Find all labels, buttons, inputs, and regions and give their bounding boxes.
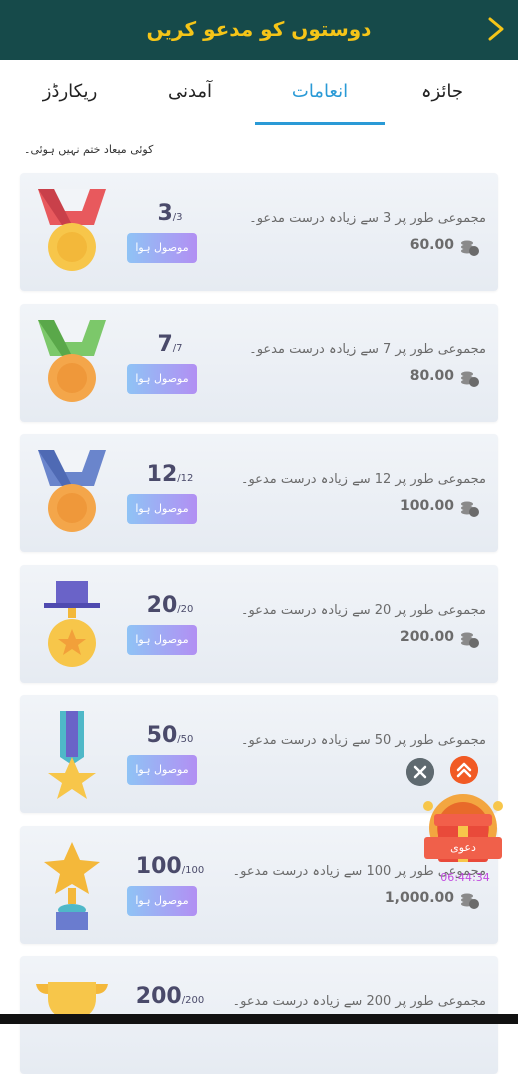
invite-count: 100/100	[135, 854, 205, 879]
claimed-badge: موصول ہوا	[127, 364, 197, 394]
coin-icon	[461, 240, 479, 256]
claimed-badge: موصول ہوا	[127, 494, 197, 524]
red-medal-icon	[38, 189, 106, 271]
gift-timer: 06:44:34	[440, 871, 490, 884]
coin-icon	[461, 371, 479, 387]
reward-description: مجموعی طور پر 3 سے زیادہ درست مدعو۔	[249, 211, 486, 226]
system-bottom-bar	[0, 1014, 518, 1024]
invite-count: 20/20	[146, 593, 194, 618]
reward-card: 20/20 موصول ہوا مجموعی طور پر 20 سے زیاد…	[20, 565, 498, 683]
coin-icon	[461, 893, 479, 909]
green-medal-icon	[38, 320, 106, 402]
invite-count: 50/50	[146, 723, 194, 748]
reward-description: مجموعی طور پر 7 سے زیادہ درست مدعو۔	[249, 342, 486, 357]
reward-card: 12/12 موصول ہوا مجموعی طور پر 12 سے زیاد…	[20, 434, 498, 552]
invite-count: 200/200	[135, 984, 205, 1009]
tab-overview[interactable]: جائزہ	[392, 60, 492, 126]
tab-records[interactable]: ریکارڈز	[10, 60, 130, 126]
back-chevron-icon[interactable]	[482, 14, 510, 44]
ribbon-star-medal-icon	[48, 711, 96, 799]
tab-rewards[interactable]: انعامات	[270, 60, 370, 126]
active-tab-indicator	[255, 122, 385, 125]
reward-amount: 100.00	[399, 498, 454, 514]
claimed-badge: موصول ہوا	[127, 625, 197, 655]
blue-medal-icon	[38, 450, 106, 532]
reward-description: مجموعی طور پر 20 سے زیادہ درست مدعو۔	[240, 603, 486, 618]
reward-description: مجموعی طور پر 50 سے زیادہ درست مدعو۔	[240, 733, 486, 748]
page-title: دوستوں کو مدعو کریں	[146, 17, 372, 41]
tab-income[interactable]: آمدنی	[140, 60, 240, 126]
star-trophy-icon	[44, 842, 100, 930]
app-header: دوستوں کو مدعو کریں	[0, 0, 518, 60]
reward-amount: 200.00	[399, 629, 454, 645]
reward-card: 3/3 موصول ہوا مجموعی طور پر 3 سے زیادہ د…	[20, 173, 498, 291]
reward-amount: 1,000.00	[384, 890, 454, 906]
claimed-badge: موصول ہوا	[127, 886, 197, 916]
claim-gift-button[interactable]: دعوی	[424, 837, 502, 859]
invite-count: 7/7	[157, 332, 183, 357]
tab-bar: جائزہ انعامات آمدنی ریکارڈز	[0, 60, 518, 126]
coin-icon	[461, 501, 479, 517]
reward-description: مجموعی طور پر 12 سے زیادہ درست مدعو۔	[240, 472, 486, 487]
scroll-top-icon[interactable]	[450, 756, 478, 784]
purple-star-medal-icon	[44, 581, 100, 667]
reward-amount: 80.00	[409, 368, 454, 384]
invite-count: 12/12	[146, 462, 194, 487]
coin-icon	[461, 632, 479, 648]
notice-text: کوئی میعاد ختم نہیں ہوئی۔	[24, 143, 154, 156]
claimed-badge: موصول ہوا	[127, 233, 197, 263]
invite-count: 3/3	[157, 201, 183, 226]
close-float-icon[interactable]	[406, 758, 434, 786]
reward-amount: 60.00	[409, 237, 454, 253]
reward-card: 7/7 موصول ہوا مجموعی طور پر 7 سے زیادہ د…	[20, 304, 498, 422]
claimed-badge: موصول ہوا	[127, 755, 197, 785]
